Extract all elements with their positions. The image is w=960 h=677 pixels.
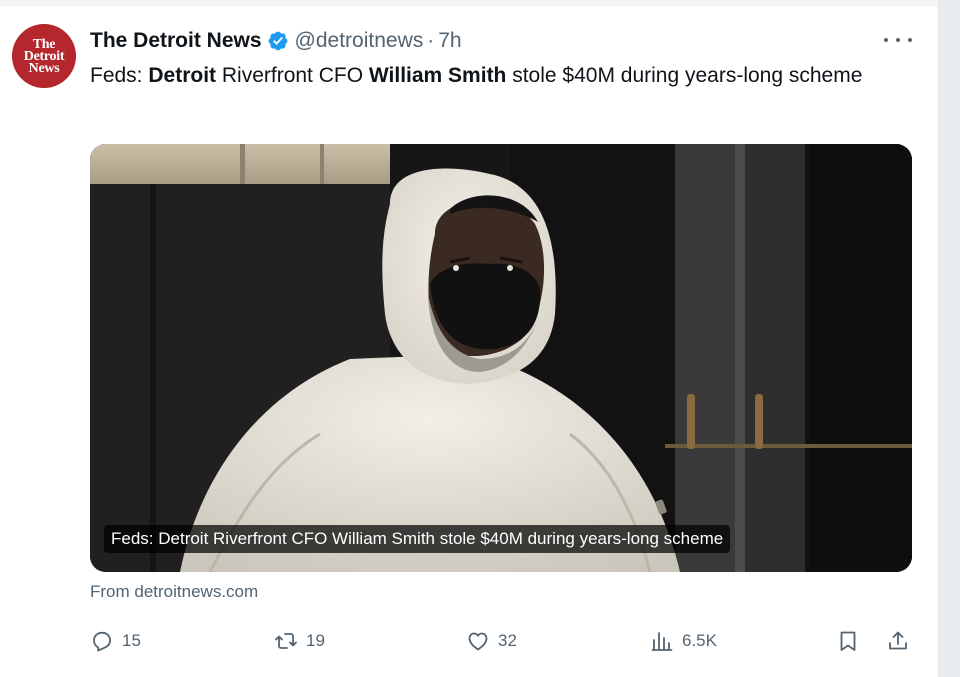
views-count: 6.5K <box>682 631 717 650</box>
tweet-container[interactable]: The Detroit News The Detroit News @detro… <box>0 0 938 677</box>
more-dot <box>884 38 888 42</box>
like-count: 32 <box>498 631 517 650</box>
tweet-text-bold-segment: Detroit <box>148 64 217 87</box>
tweet-text-segment: Riverfront CFO <box>216 64 369 87</box>
door-handle <box>687 394 695 449</box>
bookmark-button[interactable] <box>836 626 860 656</box>
reply-button[interactable]: 15 <box>90 626 141 656</box>
bookmark-icon <box>840 631 856 651</box>
tweet-text-bold-segment: William Smith <box>368 64 507 87</box>
tweet-text-segment: Feds: <box>90 64 149 87</box>
tweet-header: The Detroit News @detroitnews · 7h <box>90 27 462 55</box>
link-card[interactable]: Feds: Detroit Riverfront CFO William Smi… <box>90 144 912 572</box>
more-dot <box>908 38 912 42</box>
reply-icon <box>93 631 111 652</box>
avatar[interactable]: The Detroit News <box>12 24 76 88</box>
repost-button[interactable]: 19 <box>274 626 325 656</box>
action-bar: 15 19 32 6.5K <box>90 626 912 656</box>
door-handle <box>755 394 763 449</box>
more-dot <box>896 38 900 42</box>
more-icon[interactable] <box>884 32 912 48</box>
views-icon <box>651 632 673 651</box>
like-button[interactable]: 32 <box>466 626 517 656</box>
verified-badge-icon[interactable] <box>267 30 289 52</box>
views-button[interactable]: 6.5K <box>650 626 717 656</box>
separator-dot: · <box>427 29 435 52</box>
top-divider <box>0 0 938 6</box>
repost-icon <box>275 633 297 649</box>
card-caption: Feds: Detroit Riverfront CFO William Smi… <box>104 525 731 553</box>
heart-icon <box>468 632 488 651</box>
account-handle[interactable]: @detroitnews <box>295 29 424 53</box>
tweet-text-segment: stole $40M during years-long scheme <box>506 64 863 87</box>
tweet-text: Feds: Detroit Riverfront CFO William Smi… <box>90 60 910 91</box>
article-photo <box>90 144 912 572</box>
repost-count: 19 <box>306 631 325 650</box>
card-source[interactable]: From detroitnews.com <box>90 582 258 602</box>
avatar-logo-text: The Detroit News <box>23 37 65 76</box>
share-icon <box>889 631 907 650</box>
reply-count: 15 <box>122 631 141 650</box>
share-button[interactable] <box>886 626 910 656</box>
account-name[interactable]: The Detroit News <box>90 29 262 53</box>
timestamp[interactable]: 7h <box>438 29 461 53</box>
